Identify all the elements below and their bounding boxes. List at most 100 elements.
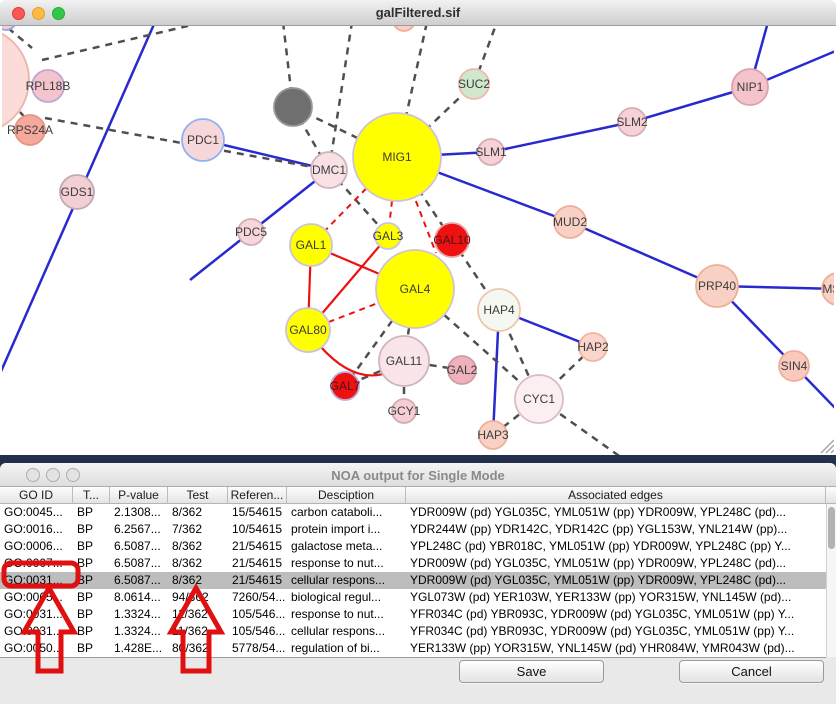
node-label-RPS24A: RPS24A (7, 123, 53, 137)
table-cell: 21/54615 (228, 572, 287, 589)
column-header-6[interactable]: Associated edges (406, 487, 826, 504)
table-cell: BP (73, 606, 110, 623)
table-cell: 15/54615 (228, 504, 287, 521)
table-row[interactable]: GO:0050...BP1.428E...80/3625778/54...reg… (0, 640, 826, 657)
table-cell: galactose meta... (287, 538, 406, 555)
node-label-PDC1: PDC1 (187, 133, 219, 147)
table-cell: 105/546... (228, 606, 287, 623)
table-cell: 1.3324... (110, 606, 168, 623)
node-clip-top-left[interactable] (2, 26, 16, 30)
table-row[interactable]: GO:0016...BP6.2567...7/36210/54615protei… (0, 521, 826, 538)
noa-output-window: NOA output for Single Mode GO IDT...P-va… (0, 463, 836, 704)
table-cell: YGL073W (pd) YER103W, YER133W (pp) YOR31… (406, 589, 826, 606)
column-header-4[interactable]: Referen... (228, 487, 287, 504)
column-header-5[interactable]: Desciption (287, 487, 406, 504)
table-row[interactable]: GO:0065...BP8.0614...94/3627260/54...bio… (0, 589, 826, 606)
table-header: GO IDT...P-valueTestReferen...Desciption… (0, 487, 826, 504)
node-label-HAP3: HAP3 (477, 428, 509, 442)
table-cell: 8/362 (168, 572, 228, 589)
table-row[interactable]: GO:0045...BP2.1308...8/36215/54615carbon… (0, 504, 826, 521)
table-cell: BP (73, 555, 110, 572)
node-label-GAL2: GAL2 (447, 363, 478, 377)
graph-edge-pp (491, 122, 632, 152)
table-cell: 8/362 (168, 538, 228, 555)
graph-edge-pp (570, 222, 717, 286)
table-cell: 6.5087... (110, 572, 168, 589)
table-cell: biological regul... (287, 589, 406, 606)
node-label-HAP2: HAP2 (577, 340, 609, 354)
node-label-SIN4: SIN4 (781, 359, 808, 373)
table-cell: YDR009W (pd) YGL035C, YML051W (pp) YDR00… (406, 504, 826, 521)
table-cell: 8/362 (168, 555, 228, 572)
graph-edge-pp (717, 286, 834, 411)
graph-edge-pd (329, 26, 352, 170)
node-label-SLM1: SLM1 (475, 145, 507, 159)
scrollbar-thumb[interactable] (828, 507, 835, 549)
node-label-GDS1: GDS1 (61, 185, 94, 199)
node-label-SLM2: SLM2 (616, 115, 648, 129)
table-body: GO:0045...BP2.1308...8/36215/54615carbon… (0, 504, 826, 658)
table-cell: response to nut... (287, 555, 406, 572)
table-cell: YDR009W (pd) YGL035C, YML051W (pp) YDR00… (406, 572, 826, 589)
table-cell: 94/362 (168, 589, 228, 606)
table-cell: GO:0031... (0, 623, 73, 640)
table-cell: 80/362 (168, 640, 228, 657)
noa-window-titlebar[interactable]: NOA output for Single Mode (0, 463, 836, 487)
network-canvas-area: RPL18BRPS24AGDS1PDC1PDC5MIG1SUC2SLM1DMC1… (2, 26, 834, 455)
window-title: galFiltered.sif (0, 5, 836, 20)
table-cell: BP (73, 538, 110, 555)
node-label-MUD2: MUD2 (553, 215, 587, 229)
table-cell: BP (73, 572, 110, 589)
node-label-SUC2: SUC2 (458, 77, 490, 91)
table-cell: 7260/54... (228, 589, 287, 606)
node-clip-top-mid[interactable] (393, 26, 415, 31)
table-cell: 5778/54... (228, 640, 287, 657)
column-header-1[interactable]: T... (73, 487, 110, 504)
table-cell: cellular respons... (287, 572, 406, 589)
table-cell: 2.1308... (110, 504, 168, 521)
resize-grip-icon[interactable] (821, 440, 834, 453)
table-cell: YDR244W (pp) YDR142C, YDR142C (pp) YGL15… (406, 521, 826, 538)
table-cell: 7/362 (168, 521, 228, 538)
table-cell: YFR034C (pd) YBR093C, YDR009W (pd) YGL03… (406, 606, 826, 623)
graph-edge-rs (320, 346, 383, 375)
node-label-GAL10: GAL10 (433, 233, 471, 247)
table-cell: YER133W (pp) YOR315W, YNL145W (pd) YHR08… (406, 640, 826, 657)
graph-edge-pd (42, 26, 205, 60)
table-row[interactable]: GO:0031...BP1.3324...11/362105/546...cel… (0, 623, 826, 640)
table-row[interactable]: GO:0031...BP6.5087...8/36221/54615cellul… (0, 572, 826, 589)
node-label-GAL1: GAL1 (296, 238, 327, 252)
table-cell: 6.2567... (110, 521, 168, 538)
table-cell: 6.5087... (110, 555, 168, 572)
node-label-MSL1: MSL1 (822, 282, 834, 296)
table-cell: 6.5087... (110, 538, 168, 555)
table-scrollbar[interactable] (826, 504, 836, 657)
table-cell: GO:0031... (0, 606, 73, 623)
column-header-2[interactable]: P-value (110, 487, 168, 504)
table-row[interactable]: GO:0031...BP1.3324...11/362105/546...res… (0, 606, 826, 623)
table-cell: GO:0006... (0, 538, 73, 555)
node-label-PRP40: PRP40 (698, 279, 736, 293)
table-cell: BP (73, 504, 110, 521)
network-window-titlebar[interactable]: galFiltered.sif (0, 0, 836, 26)
save-button[interactable]: Save (459, 660, 604, 683)
node-label-GAL4: GAL4 (400, 282, 431, 296)
node-label-RPL18B: RPL18B (26, 79, 71, 93)
node-label-PDC5: PDC5 (235, 225, 267, 239)
table-cell: 21/54615 (228, 538, 287, 555)
network-canvas[interactable]: RPL18BRPS24AGDS1PDC1PDC5MIG1SUC2SLM1DMC1… (2, 26, 834, 455)
column-header-0[interactable]: GO ID (0, 487, 73, 504)
table-header-corner (826, 487, 836, 504)
table-row[interactable]: GO:0006...BP6.5087...8/36221/54615galact… (0, 538, 826, 555)
table-cell: 8/362 (168, 504, 228, 521)
node-unnamed-gray[interactable] (274, 88, 312, 126)
table-cell: cellular respons... (287, 623, 406, 640)
table-row[interactable]: GO:0007...BP6.5087...8/36221/54615respon… (0, 555, 826, 572)
node-label-GAL3: GAL3 (373, 229, 404, 243)
node-label-HAP4: HAP4 (483, 303, 515, 317)
table-cell: 1.428E... (110, 640, 168, 657)
table-cell: GO:0016... (0, 521, 73, 538)
table-cell: BP (73, 589, 110, 606)
column-header-3[interactable]: Test (168, 487, 228, 504)
cancel-button[interactable]: Cancel (679, 660, 824, 683)
